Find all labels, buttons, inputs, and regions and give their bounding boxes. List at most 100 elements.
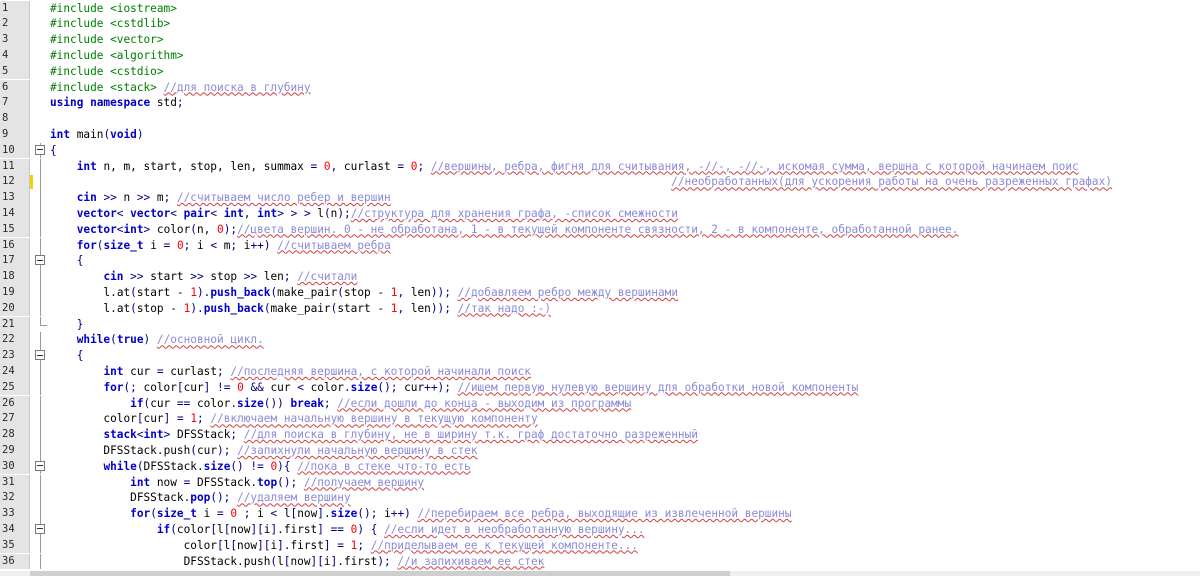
code-line[interactable]: 16 for(size_t i = 0; i < m; i++) //считы… bbox=[0, 237, 1200, 254]
code-text[interactable]: int cur = curlast; //последняя вершина, … bbox=[50, 364, 531, 380]
code-text[interactable]: DFSStack.pop(); //удаляем вершину bbox=[50, 490, 350, 506]
code-editor[interactable]: 1 #include <iostream> 2 #include <cstdlib> 3… bbox=[0, 0, 1200, 576]
code-text[interactable]: vector< vector< pair< int, int> > > l(n)… bbox=[50, 206, 678, 222]
line-number: 24 bbox=[0, 363, 30, 380]
code-line[interactable]: 6 #include <stack> //для поиска в глубину bbox=[0, 79, 1200, 96]
fold-margin[interactable] bbox=[33, 142, 49, 159]
fold-margin[interactable] bbox=[33, 458, 49, 475]
code-line[interactable]: 26 if(cur == color.size()) break; //если… bbox=[0, 395, 1200, 412]
code-operator: (); bbox=[377, 380, 398, 394]
code-text[interactable]: int now = DFSStack.top(); //получаем вер… bbox=[50, 475, 424, 491]
code-line[interactable]: 8 bbox=[0, 111, 1200, 127]
code-line[interactable]: 5 #include <cstdio> bbox=[0, 63, 1200, 80]
code-text[interactable]: for(size_t i = 0 ; i < l[now].size(); i+… bbox=[50, 506, 791, 522]
code-text[interactable]: #include <cstdio> bbox=[50, 64, 164, 80]
code-line[interactable]: 35 color[l[now][i].first] = 1; //приделы… bbox=[0, 537, 1200, 554]
code-line[interactable]: 10 { bbox=[0, 142, 1200, 159]
horizontal-scrollbar[interactable] bbox=[0, 571, 1200, 576]
code-text[interactable]: color[cur] = 1; //включаем начальную вер… bbox=[50, 411, 537, 427]
fold-guide-line bbox=[40, 553, 41, 570]
scrollbar-thumb[interactable] bbox=[30, 571, 730, 576]
code-line[interactable]: 20 l.at(stop - 1).push_back(make_pair(st… bbox=[0, 300, 1200, 317]
code-line[interactable]: 29 DFSStack.push(cur); //запихнули начал… bbox=[0, 442, 1200, 459]
code-text[interactable]: using namespace std; bbox=[50, 95, 184, 111]
code-operator: ( bbox=[323, 206, 331, 220]
collapse-icon[interactable] bbox=[35, 255, 45, 266]
collapse-icon[interactable] bbox=[35, 523, 45, 534]
code-token: start bbox=[136, 285, 177, 299]
code-text[interactable]: stack<int> DFSStack; //для поиска в глуб… bbox=[50, 427, 698, 443]
code-token: cur bbox=[143, 412, 164, 426]
code-line[interactable]: 13 cin >> n >> m; //считываем число ребе… bbox=[0, 190, 1200, 206]
collapse-icon[interactable] bbox=[35, 460, 45, 471]
code-text[interactable]: #include <algorithm> bbox=[50, 48, 184, 64]
code-text[interactable]: cin >> n >> m; //считываем число ребер и… bbox=[50, 190, 391, 206]
code-line[interactable]: 31 int now = DFSStack.top(); //получаем … bbox=[0, 474, 1200, 491]
code-text[interactable]: if(color[l[now][i].first] == 0) { //если… bbox=[50, 522, 645, 538]
code-line[interactable]: 3 #include <vector> bbox=[0, 32, 1200, 48]
code-text[interactable]: l.at(stop - 1).push_back(make_pair(start… bbox=[50, 301, 551, 317]
code-keyword: if bbox=[156, 522, 171, 536]
code-text[interactable]: #include <vector> bbox=[50, 32, 164, 48]
code-text[interactable]: #include <cstdlib> bbox=[50, 16, 170, 32]
code-line[interactable]: 36 DFSStack.push(l[now][i].first); //и з… bbox=[0, 553, 1200, 570]
code-line[interactable]: 33 for(size_t i = 0 ; i < l[now].size();… bbox=[0, 506, 1200, 522]
code-token: DFSStack bbox=[50, 491, 184, 505]
code-line[interactable]: 2 #include <cstdlib> bbox=[0, 16, 1200, 33]
code-line[interactable]: 1 #include <iostream> bbox=[0, 0, 1200, 17]
code-line[interactable]: 11 int n, m, start, stop, len, summax = … bbox=[0, 158, 1200, 175]
code-line[interactable]: 9 int main(void) bbox=[0, 126, 1200, 143]
code-text[interactable]: if(cur == color.size()) break; //если до… bbox=[50, 396, 631, 412]
code-line[interactable]: 21 } bbox=[0, 316, 1200, 333]
code-token: i bbox=[237, 238, 251, 252]
code-operator: && bbox=[250, 380, 264, 394]
code-text[interactable]: #include <stack> //для поиска в глубину bbox=[50, 80, 311, 96]
fold-margin[interactable] bbox=[33, 348, 49, 364]
code-line[interactable]: 30 while(DFSStack.size() != 0){ //пока в… bbox=[0, 458, 1200, 475]
code-operator: ( bbox=[190, 443, 197, 457]
code-text[interactable]: DFSStack.push(cur); //запихнули начальну… bbox=[50, 443, 477, 459]
code-line[interactable]: 24 int cur = curlast; //последняя вершин… bbox=[0, 363, 1200, 380]
code-text[interactable]: while(true) //основной цикл. bbox=[50, 332, 264, 348]
code-text[interactable]: color[l[now][i].first] = 1; //приделывае… bbox=[50, 538, 638, 554]
code-line[interactable]: 27 color[cur] = 1; //включаем начальную … bbox=[0, 411, 1200, 428]
collapse-icon[interactable] bbox=[35, 144, 45, 155]
code-line[interactable]: 34 if(color[l[now][i].first] == 0) { //е… bbox=[0, 521, 1200, 538]
code-line[interactable]: 22 while(true) //основной цикл. bbox=[0, 332, 1200, 349]
code-line[interactable]: 28 stack<int> DFSStack; //для поиска в г… bbox=[0, 427, 1200, 443]
code-text[interactable]: int n, m, start, stop, len, summax = 0, … bbox=[50, 159, 1079, 175]
code-text[interactable]: for(size_t i = 0; i < m; i++) //считывае… bbox=[50, 238, 391, 254]
code-line[interactable]: 7 using namespace std; bbox=[0, 95, 1200, 112]
code-text[interactable]: for(; color[cur] != 0 && cur < color.siz… bbox=[50, 380, 858, 396]
code-line[interactable]: 23 { bbox=[0, 348, 1200, 364]
fold-margin[interactable] bbox=[33, 253, 49, 270]
code-text[interactable]: cin >> start >> stop >> len; //считали bbox=[50, 269, 357, 285]
fold-guide-line bbox=[40, 174, 41, 191]
code-line[interactable]: 17 { bbox=[0, 253, 1200, 270]
code-text[interactable]: #include <iostream> bbox=[50, 1, 177, 17]
code-line[interactable]: 4 #include <algorithm> bbox=[0, 47, 1200, 64]
code-line[interactable]: 18 cin >> start >> stop >> len; //считал… bbox=[0, 269, 1200, 285]
fold-margin[interactable] bbox=[33, 521, 49, 538]
code-text[interactable]: //необработанных(для ускорения работы на… bbox=[50, 174, 1112, 190]
code-line[interactable]: 19 l.at(start - 1).push_back(make_pair(s… bbox=[0, 284, 1200, 301]
code-line[interactable]: 32 DFSStack.pop(); //удаляем вершину bbox=[0, 490, 1200, 507]
code-line[interactable]: 25 for(; color[cur] != 0 && cur < color.… bbox=[0, 379, 1200, 396]
code-text[interactable]: DFSStack.push(l[now][i].first); //и запи… bbox=[50, 554, 545, 570]
code-text[interactable]: vector<int> color(n, 0);//цвета вершин. … bbox=[50, 222, 959, 238]
code-line[interactable]: 12 //необработанных(для ускорения работы… bbox=[0, 174, 1200, 191]
code-text[interactable]: } bbox=[50, 317, 84, 333]
code-token: now bbox=[237, 538, 258, 552]
code-text[interactable]: { bbox=[50, 253, 84, 269]
code-line[interactable]: 14 vector< vector< pair< int, int> > > l… bbox=[0, 205, 1200, 222]
code-text[interactable]: { bbox=[50, 348, 84, 364]
code-operator: ). bbox=[190, 301, 204, 315]
code-text[interactable]: int main(void) bbox=[50, 127, 144, 143]
collapse-icon[interactable] bbox=[35, 350, 45, 361]
code-text[interactable]: { bbox=[50, 143, 57, 159]
code-line[interactable]: 15 vector<int> color(n, 0);//цвета верши… bbox=[0, 221, 1200, 238]
code-keyword: int bbox=[257, 206, 278, 220]
code-text[interactable]: while(DFSStack.size() != 0){ //пока в ст… bbox=[50, 459, 470, 475]
code-operator: - bbox=[170, 301, 177, 315]
code-text[interactable]: l.at(start - 1).push_back(make_pair(stop… bbox=[50, 285, 678, 301]
